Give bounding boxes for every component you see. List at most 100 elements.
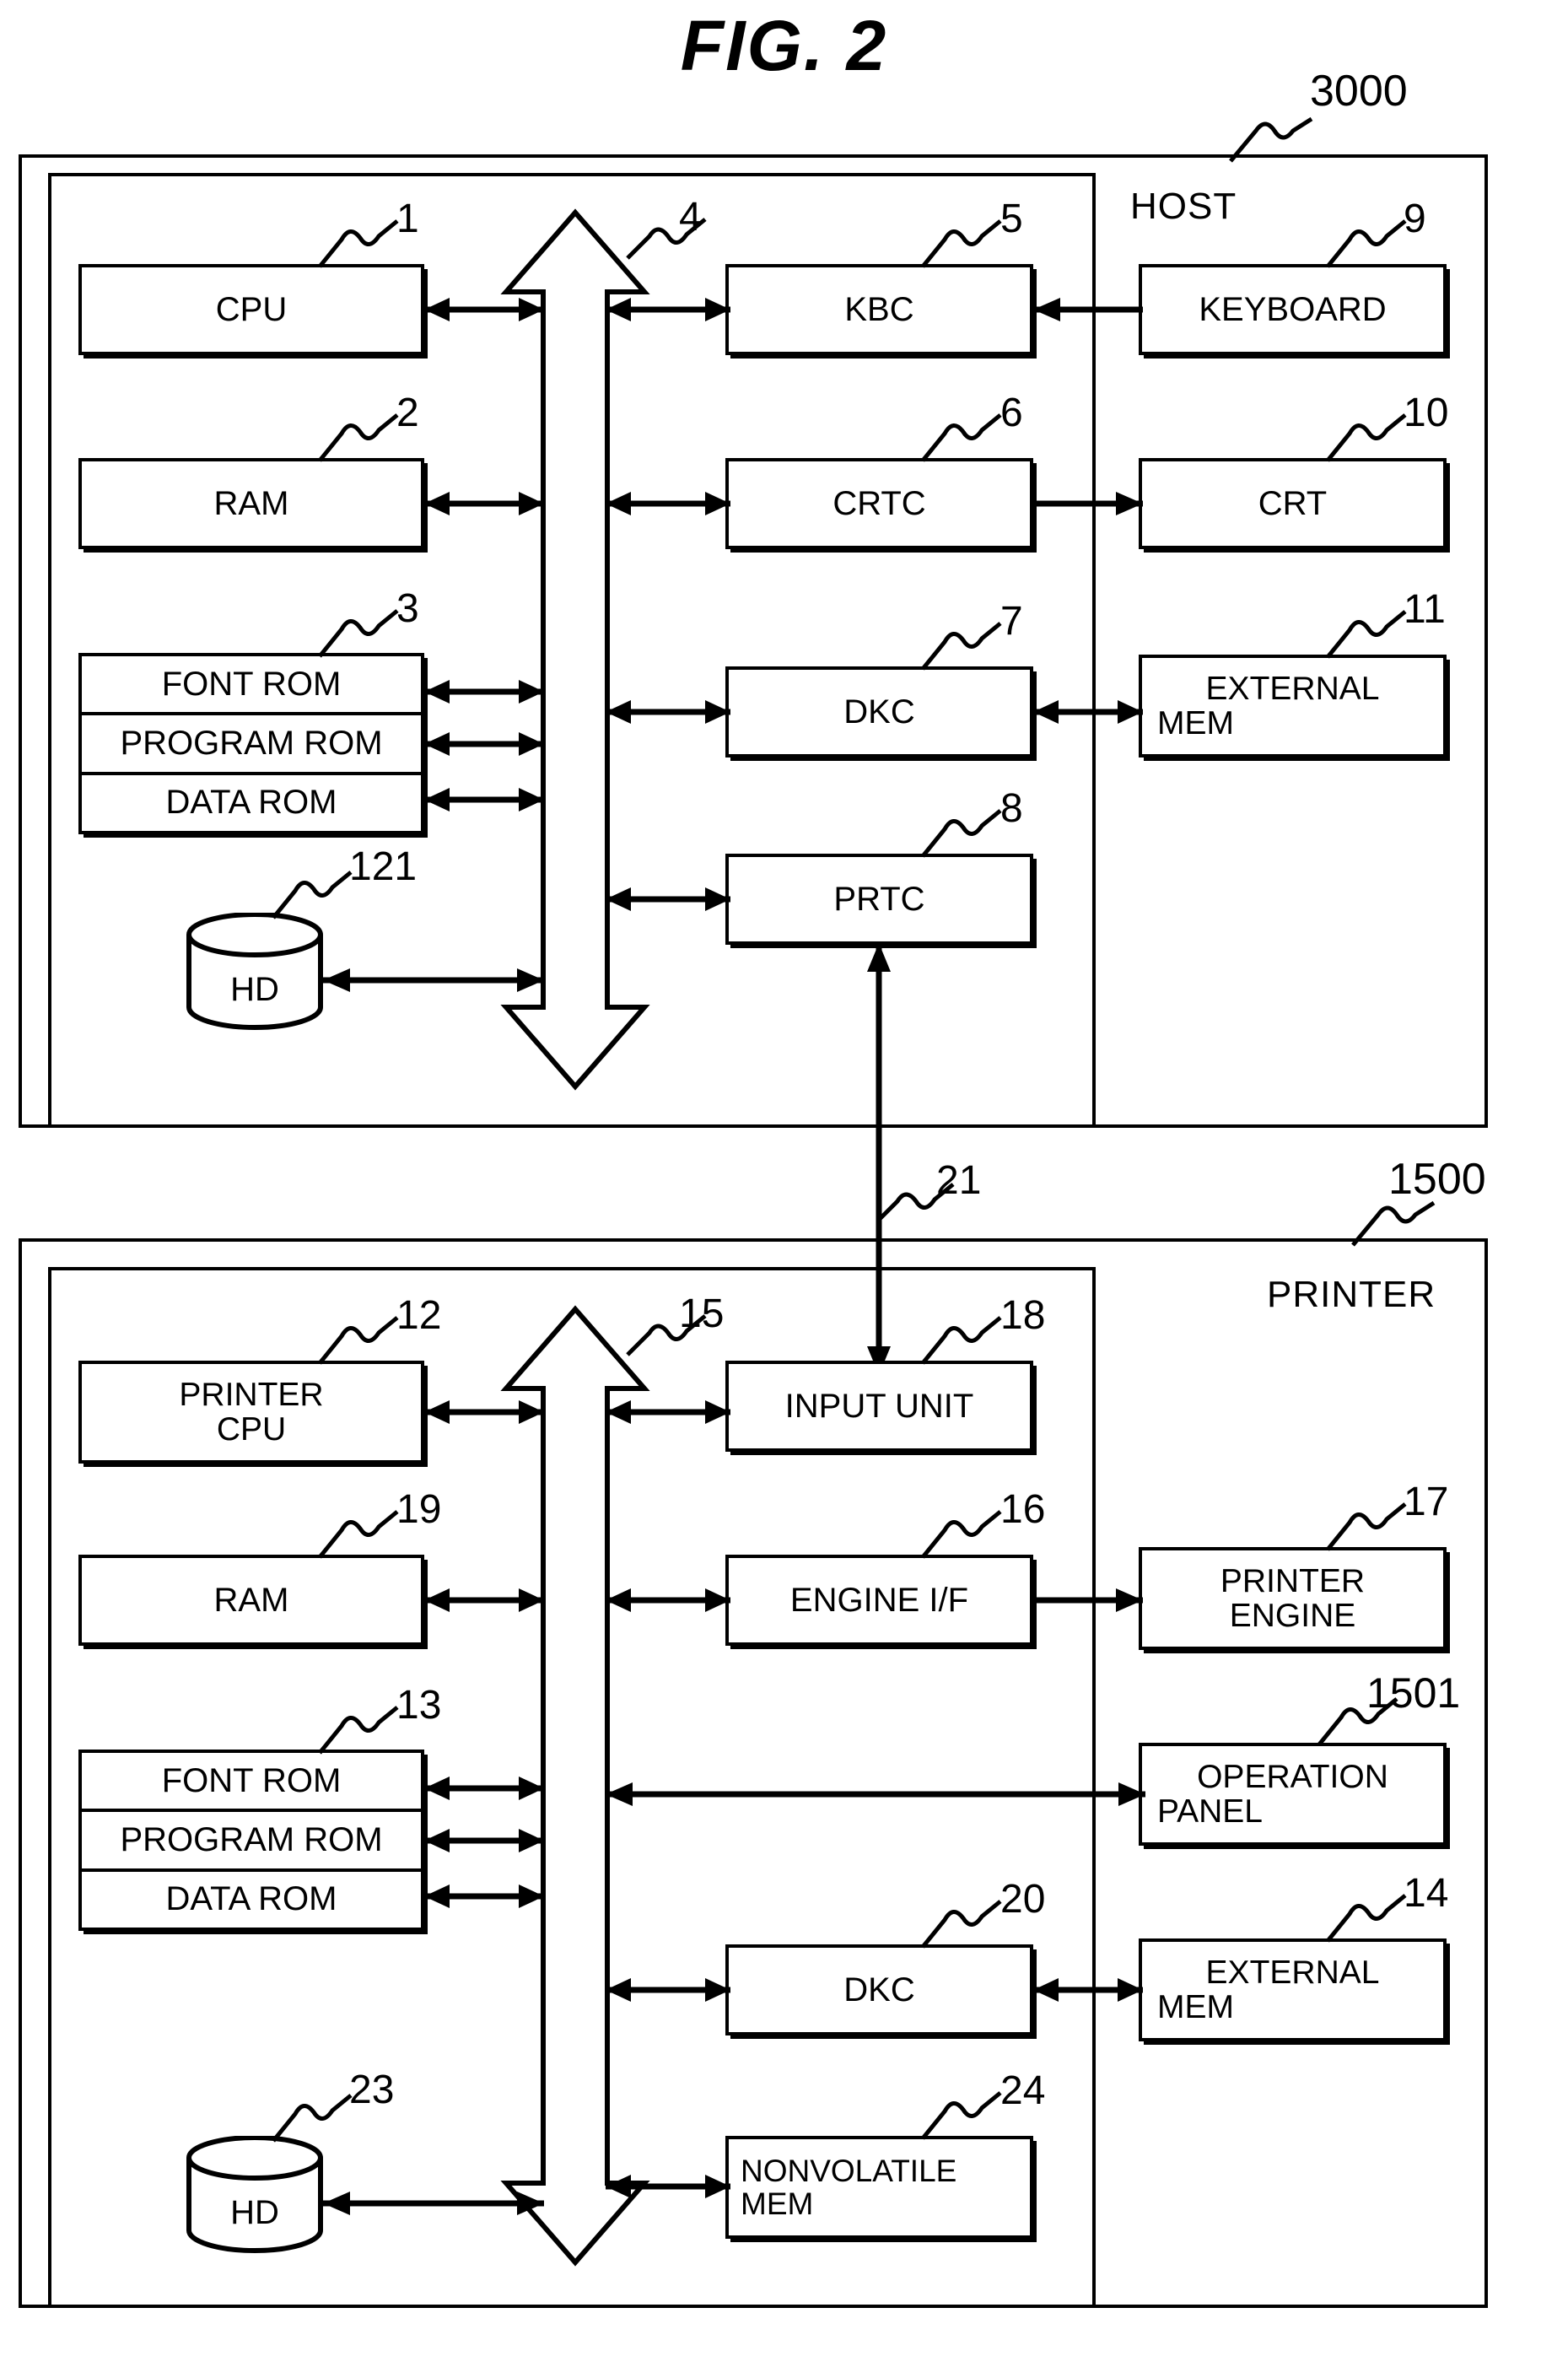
printer-block-operation-panel: OPERATION PANEL	[1139, 1743, 1447, 1846]
printer-block-cpu: PRINTER CPU	[78, 1361, 424, 1464]
printer-block-cpu-line2: CPU	[216, 1411, 287, 1448]
ram-ref-number: 2	[396, 391, 419, 435]
connector-keyboard-kbc	[1033, 298, 1143, 321]
printer-block-nonvolatile-mem: NONVOLATILE MEM	[725, 2136, 1033, 2239]
printer-rom-cell-program: PROGRAM ROM	[82, 1812, 421, 1872]
printer-rom-cell-data: DATA ROM	[165, 1880, 337, 1918]
host-block-keyboard-label: KEYBOARD	[1199, 290, 1387, 328]
printer-rom-cell-font: FONT ROM	[82, 1753, 421, 1813]
host-block-kbc: KBC	[725, 264, 1033, 355]
connector-hd-bus	[323, 968, 544, 992]
host-block-external-mem-line1: EXTERNAL	[1205, 670, 1380, 707]
host-block-cpu: CPU	[78, 264, 424, 355]
crtc-ref-number: 6	[1000, 391, 1023, 435]
host-block-hd: HD	[186, 913, 323, 1030]
connector-bus-dkc	[606, 700, 730, 724]
connector-bus-printer-dkc	[606, 1978, 730, 2002]
host-block-crtc-label: CRTC	[832, 484, 926, 522]
connector-printer-dkc-external-mem	[1033, 1978, 1143, 2002]
crt-ref-number: 10	[1404, 391, 1449, 435]
host-block-crt: CRT	[1139, 458, 1447, 549]
connector-printer-ram-bus	[424, 1588, 544, 1612]
connector-printer-program-rom-bus	[424, 1829, 544, 1852]
printer-block-operation-panel-line1: OPERATION	[1197, 1758, 1388, 1795]
printer-block-nonvolatile-mem-line2: MEM	[741, 2186, 814, 2221]
host-block-dkc: DKC	[725, 666, 1033, 758]
engine-if-ref-number: 16	[1000, 1487, 1046, 1532]
connector-crtc-crt	[1033, 492, 1143, 515]
host-block-prtc-label: PRTC	[833, 880, 925, 918]
host-ref-number: 3000	[1310, 67, 1408, 116]
host-block-ram: RAM	[78, 458, 424, 549]
printer-block-operation-panel-line2: PANEL	[1157, 1793, 1263, 1830]
cpu-ref-leader	[318, 219, 399, 268]
cpu-ref-number: 1	[396, 197, 419, 241]
printer-block-printer-engine: PRINTER ENGINE	[1139, 1547, 1447, 1650]
connector-dkc-external-mem	[1033, 700, 1143, 724]
printer-block-printer-engine-line1: PRINTER	[1220, 1562, 1366, 1599]
host-block-dkc-label: DKC	[843, 693, 915, 731]
connector-cpu-bus	[424, 298, 544, 321]
host-bus-arrow	[500, 208, 650, 1091]
printer-block-hd: HD	[186, 2136, 323, 2253]
printer-hd-ref-number: 23	[349, 2068, 395, 2112]
connector-engine-if-printer-engine	[1033, 1588, 1143, 1612]
patent-figure: FIG. 2 3000 HOST CPU 1 RAM 2 FONT ROM PR…	[0, 0, 1568, 2367]
link-ref-number: 21	[936, 1158, 982, 1203]
svg-text:HD: HD	[230, 971, 279, 1008]
kbc-ref-leader	[921, 219, 1002, 268]
connector-ram-bus	[424, 492, 544, 515]
host-rom-cell-font: FONT ROM	[82, 656, 421, 716]
printer-block-printer-engine-line2: ENGINE	[1229, 1598, 1356, 1634]
printer-block-engine-if: ENGINE I/F	[725, 1555, 1033, 1646]
host-rom-cell-program: PROGRAM ROM	[82, 715, 421, 775]
connector-bus-input-unit	[606, 1400, 730, 1424]
connector-program-rom-bus	[424, 732, 544, 756]
connector-bus-prtc	[606, 887, 730, 911]
keyboard-ref-leader	[1326, 219, 1407, 268]
rom-ref-leader	[318, 609, 399, 658]
host-block-ram-label: RAM	[213, 484, 289, 522]
host-ref-leader	[1229, 116, 1313, 163]
prtc-ref-number: 8	[1000, 786, 1023, 831]
printer-ref-leader	[1351, 1200, 1436, 1247]
connector-bus-operation-panel	[606, 1782, 1145, 1806]
printer-ram-ref-number: 19	[396, 1487, 442, 1532]
printer-bus-ref-number: 15	[679, 1291, 725, 1336]
host-system-label: HOST	[1130, 186, 1237, 227]
host-block-rom-stack: FONT ROM PROGRAM ROM DATA ROM	[78, 653, 424, 834]
printer-cpu-ref-number: 12	[396, 1293, 442, 1338]
input-unit-ref-number: 18	[1000, 1293, 1046, 1338]
nonvolatile-mem-ref-number: 24	[1000, 2068, 1046, 2113]
printer-block-input-unit: INPUT UNIT	[725, 1361, 1033, 1452]
connector-bus-nonvolatile-mem	[606, 2175, 730, 2198]
printer-block-nonvolatile-mem-line1: NONVOLATILE	[741, 2153, 957, 2188]
host-dkc-ref-number: 7	[1000, 599, 1023, 644]
crtc-ref-leader	[921, 413, 1002, 462]
connector-font-rom-bus	[424, 680, 544, 704]
prtc-ref-leader	[921, 809, 1002, 858]
host-bus-ref-number: 4	[679, 195, 702, 240]
printer-block-ram-label: RAM	[213, 1581, 289, 1619]
host-block-external-mem-line2: MEM	[1157, 705, 1234, 741]
host-block-cpu-label: CPU	[215, 290, 288, 328]
connector-printer-font-rom-bus	[424, 1777, 544, 1800]
printer-block-ram: RAM	[78, 1555, 424, 1646]
hd-ref-number: 121	[349, 844, 418, 889]
printer-block-cpu-line1: PRINTER	[179, 1376, 324, 1413]
printer-rom-ref-number: 13	[396, 1683, 442, 1728]
printer-block-dkc-label: DKC	[843, 1971, 915, 2008]
host-block-keyboard: KEYBOARD	[1139, 264, 1447, 355]
host-block-external-mem: EXTERNAL MEM	[1139, 655, 1447, 758]
host-block-crtc: CRTC	[725, 458, 1033, 549]
printer-block-external-mem: EXTERNAL MEM	[1139, 1938, 1447, 2041]
connector-printer-cpu-bus	[424, 1400, 544, 1424]
printer-block-engine-if-label: ENGINE I/F	[789, 1581, 969, 1619]
host-extmem-ref-number: 11	[1404, 587, 1446, 632]
host-dkc-ref-leader	[921, 622, 1002, 671]
connector-bus-kbc	[606, 298, 730, 321]
keyboard-ref-number: 9	[1404, 197, 1426, 241]
host-block-kbc-label: KBC	[844, 290, 914, 328]
printer-block-external-mem-line1: EXTERNAL	[1205, 1954, 1380, 1991]
connector-data-rom-bus	[424, 788, 544, 811]
